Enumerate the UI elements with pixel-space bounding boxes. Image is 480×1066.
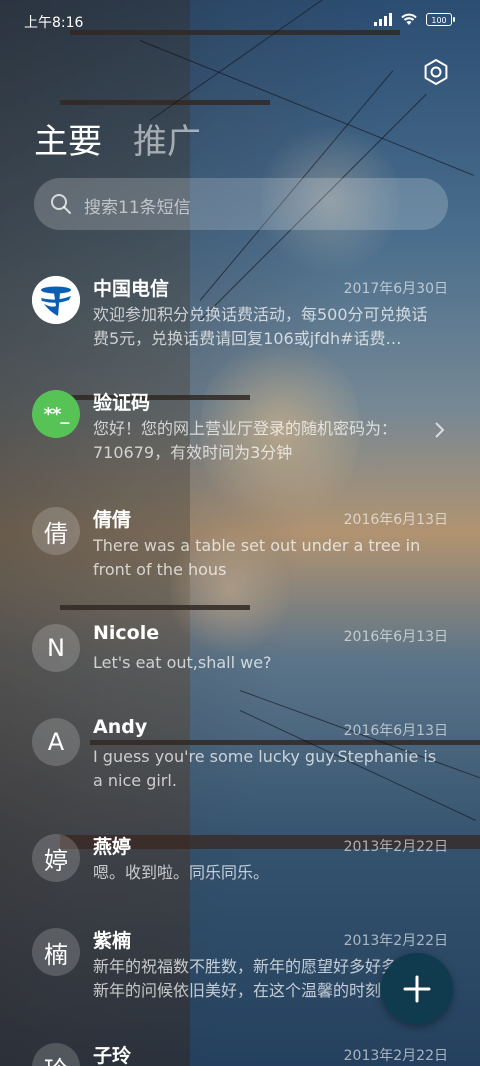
contact-name: 中国电信 [93, 278, 170, 300]
contact-name: 紫楠 [93, 930, 132, 952]
compose-button[interactable] [381, 953, 453, 1025]
conversation-item[interactable]: **_ 验证码 您好！您的网上营业厅登录的随机密码为：710679，有效时间为3… [0, 390, 480, 500]
message-date: 2016年6月13日 [343, 512, 448, 528]
tab-promo[interactable]: 推广 [133, 114, 201, 163]
search-input[interactable]: 搜索11条短信 [34, 178, 448, 230]
signal-icon [374, 12, 392, 26]
message-preview: 新年的祝福数不胜数，新年的愿望好多好多，新年的问候依旧美好，在这个温馨的时刻 [93, 957, 413, 1000]
gear-icon [424, 59, 448, 85]
message-date: 2016年6月13日 [343, 629, 448, 645]
status-time: 上午8:16 [24, 15, 84, 31]
contact-avatar: 玲 [32, 1043, 80, 1066]
contact-name: 子玲 [93, 1045, 132, 1066]
message-date: 2013年2月22日 [343, 933, 448, 949]
china-telecom-logo-icon [32, 276, 80, 324]
status-bar: 上午8:16 100 [0, 0, 480, 44]
contact-avatar: 倩 [32, 507, 80, 555]
message-preview: 嗯。收到啦。同乐同乐。 [93, 863, 270, 882]
conversation-item[interactable]: 玲 子玲 2013年2月22日 [0, 1043, 480, 1066]
contact-name: 验证码 [93, 392, 151, 414]
settings-button[interactable] [420, 56, 452, 88]
tab-main[interactable]: 主要 [34, 114, 102, 163]
message-preview: I guess you're some lucky guy.Stephanie … [93, 747, 437, 790]
contact-name: Nicole [93, 622, 160, 644]
verification-code-avatar: **_ [32, 390, 80, 438]
plus-icon [403, 975, 431, 1003]
contact-avatar: 楠 [32, 928, 80, 976]
contact-name: Andy [93, 716, 148, 738]
message-date: 2016年6月13日 [343, 723, 448, 739]
contact-name: 燕婷 [93, 836, 132, 858]
contact-avatar: 婷 [32, 834, 80, 882]
contact-name: 倩倩 [93, 509, 132, 531]
search-placeholder: 搜索11条短信 [84, 198, 191, 218]
message-date: 2013年2月22日 [343, 1048, 448, 1064]
contact-avatar: A [32, 718, 80, 766]
message-date: 2013年2月22日 [343, 839, 448, 855]
conversation-item[interactable]: A Andy 2016年6月13日 I guess you're some lu… [0, 716, 480, 828]
wifi-icon [401, 13, 417, 25]
message-preview: Let's eat out,shall we? [93, 653, 272, 672]
conversation-item[interactable]: 倩 倩倩 2016年6月13日 There was a table set ou… [0, 507, 480, 617]
contact-avatar: N [32, 624, 80, 672]
message-preview: There was a table set out under a tree i… [93, 536, 421, 579]
search-icon [51, 194, 71, 214]
message-preview: 欢迎参加积分兑换话费活动，每500分可兑换话费5元，兑换话费请回复106或jfd… [93, 305, 428, 348]
message-preview: 您好！您的网上营业厅登录的随机密码为：710679，有效时间为3分钟 [93, 419, 398, 462]
message-date: 2017年6月30日 [343, 281, 448, 297]
battery-icon: 100 [426, 12, 455, 26]
conversation-item[interactable]: 中国电信 2017年6月30日 欢迎参加积分兑换话费活动，每500分可兑换话费5… [0, 276, 480, 386]
